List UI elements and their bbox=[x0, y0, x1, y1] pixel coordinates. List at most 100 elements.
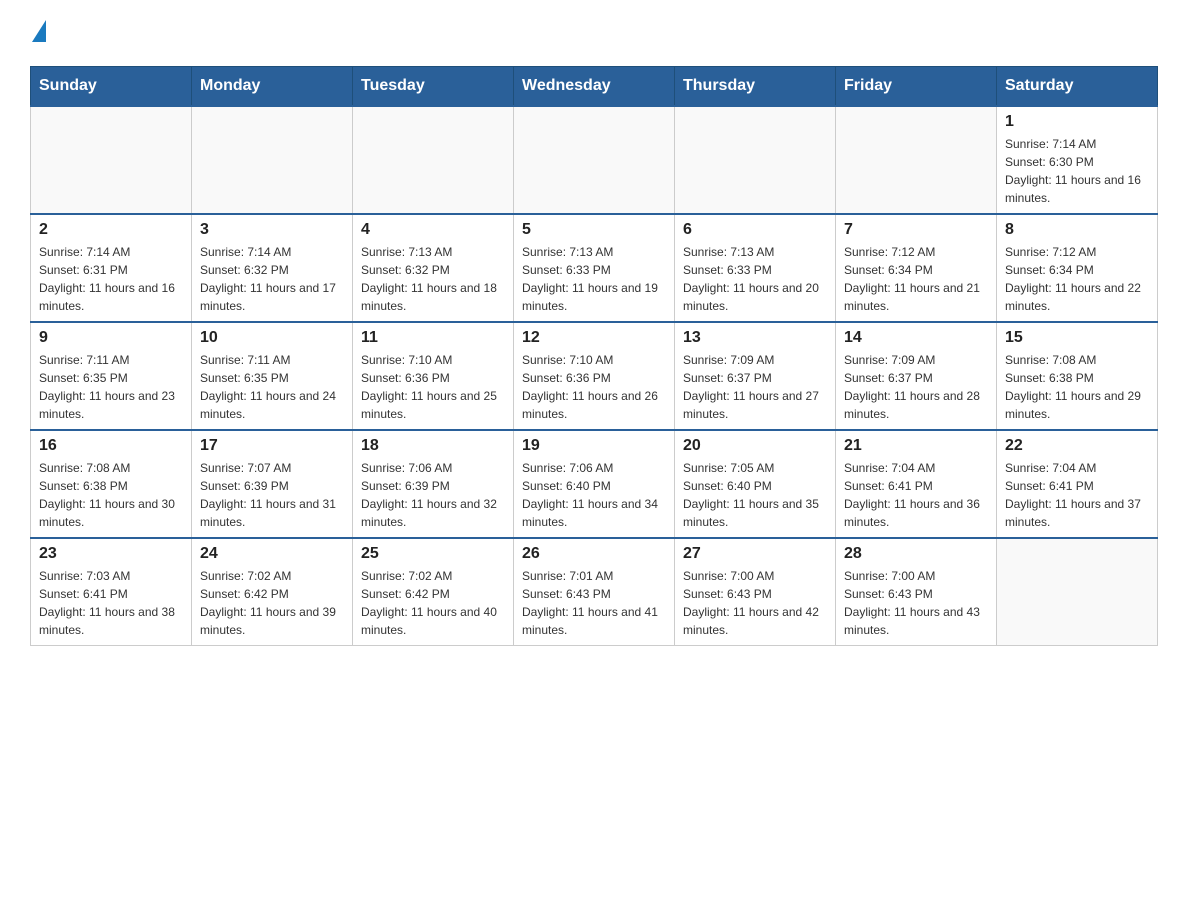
day-info: Sunrise: 7:00 AM Sunset: 6:43 PM Dayligh… bbox=[844, 567, 988, 639]
calendar-cell: 22 Sunrise: 7:04 AM Sunset: 6:41 PM Dayli… bbox=[997, 430, 1158, 538]
day-header-saturday: Saturday bbox=[997, 67, 1158, 107]
day-number: 6 bbox=[683, 221, 827, 239]
day-number: 15 bbox=[1005, 329, 1149, 347]
page-header bbox=[30, 20, 1158, 48]
day-number: 24 bbox=[200, 545, 344, 563]
calendar-cell: 7 Sunrise: 7:12 AM Sunset: 6:34 PM Daylig… bbox=[836, 214, 997, 322]
week-row-3: 9 Sunrise: 7:11 AM Sunset: 6:35 PM Daylig… bbox=[31, 322, 1158, 430]
day-info: Sunrise: 7:06 AM Sunset: 6:40 PM Dayligh… bbox=[522, 459, 666, 531]
day-info: Sunrise: 7:10 AM Sunset: 6:36 PM Dayligh… bbox=[361, 351, 505, 423]
calendar-cell: 14Sunrise: 7:09 AM Sunset: 6:37 PM Dayli… bbox=[836, 322, 997, 430]
day-info: Sunrise: 7:08 AM Sunset: 6:38 PM Dayligh… bbox=[39, 459, 183, 531]
day-info: Sunrise: 7:00 AM Sunset: 6:43 PM Dayligh… bbox=[683, 567, 827, 639]
day-info: Sunrise: 7:02 AM Sunset: 6:42 PM Dayligh… bbox=[200, 567, 344, 639]
calendar-cell: 17Sunrise: 7:07 AM Sunset: 6:39 PM Dayli… bbox=[192, 430, 353, 538]
day-info: Sunrise: 7:04 AM Sunset: 6:41 PM Dayligh… bbox=[1005, 459, 1149, 531]
day-number: 23 bbox=[39, 545, 183, 563]
calendar-cell: 4 Sunrise: 7:13 AM Sunset: 6:32 PM Daylig… bbox=[353, 214, 514, 322]
day-number: 18 bbox=[361, 437, 505, 455]
calendar-cell: 20 Sunrise: 7:05 AM Sunset: 6:40 PM Dayli… bbox=[675, 430, 836, 538]
day-info: Sunrise: 7:04 AM Sunset: 6:41 PM Dayligh… bbox=[844, 459, 988, 531]
calendar-cell: 9Sunrise: 7:11 AM Sunset: 6:35 PM Daylig… bbox=[31, 322, 192, 430]
day-info: Sunrise: 7:14 AM Sunset: 6:30 PM Dayligh… bbox=[1005, 135, 1149, 207]
calendar-cell: 12 Sunrise: 7:10 AM Sunset: 6:36 PM Dayli… bbox=[514, 322, 675, 430]
day-number: 13 bbox=[683, 329, 827, 347]
day-number: 28 bbox=[844, 545, 988, 563]
day-info: Sunrise: 7:02 AM Sunset: 6:42 PM Dayligh… bbox=[361, 567, 505, 639]
day-number: 7 bbox=[844, 221, 988, 239]
logo-triangle-icon bbox=[32, 20, 46, 42]
day-header-monday: Monday bbox=[192, 67, 353, 107]
calendar-cell: 18 Sunrise: 7:06 AM Sunset: 6:39 PM Dayli… bbox=[353, 430, 514, 538]
day-info: Sunrise: 7:12 AM Sunset: 6:34 PM Dayligh… bbox=[1005, 243, 1149, 315]
calendar-cell bbox=[997, 538, 1158, 646]
day-info: Sunrise: 7:06 AM Sunset: 6:39 PM Dayligh… bbox=[361, 459, 505, 531]
day-number: 3 bbox=[200, 221, 344, 239]
day-number: 5 bbox=[522, 221, 666, 239]
calendar-table: SundayMondayTuesdayWednesdayThursdayFrid… bbox=[30, 66, 1158, 646]
day-info: Sunrise: 7:14 AM Sunset: 6:32 PM Dayligh… bbox=[200, 243, 344, 315]
day-number: 9 bbox=[39, 329, 183, 347]
day-header-wednesday: Wednesday bbox=[514, 67, 675, 107]
day-header-friday: Friday bbox=[836, 67, 997, 107]
day-number: 22 bbox=[1005, 437, 1149, 455]
calendar-cell: 13 Sunrise: 7:09 AM Sunset: 6:37 PM Dayli… bbox=[675, 322, 836, 430]
week-row-2: 2 Sunrise: 7:14 AM Sunset: 6:31 PM Daylig… bbox=[31, 214, 1158, 322]
calendar-cell: 1 Sunrise: 7:14 AM Sunset: 6:30 PM Daylig… bbox=[997, 106, 1158, 214]
day-number: 4 bbox=[361, 221, 505, 239]
day-info: Sunrise: 7:13 AM Sunset: 6:32 PM Dayligh… bbox=[361, 243, 505, 315]
day-info: Sunrise: 7:11 AM Sunset: 6:35 PM Dayligh… bbox=[200, 351, 344, 423]
day-number: 26 bbox=[522, 545, 666, 563]
calendar-cell: 15 Sunrise: 7:08 AM Sunset: 6:38 PM Dayli… bbox=[997, 322, 1158, 430]
day-info: Sunrise: 7:05 AM Sunset: 6:40 PM Dayligh… bbox=[683, 459, 827, 531]
calendar-cell: 27 Sunrise: 7:00 AM Sunset: 6:43 PM Dayli… bbox=[675, 538, 836, 646]
day-info: Sunrise: 7:08 AM Sunset: 6:38 PM Dayligh… bbox=[1005, 351, 1149, 423]
calendar-cell bbox=[353, 106, 514, 214]
day-number: 10 bbox=[200, 329, 344, 347]
day-number: 19 bbox=[522, 437, 666, 455]
calendar-cell: 3 Sunrise: 7:14 AM Sunset: 6:32 PM Daylig… bbox=[192, 214, 353, 322]
calendar-cell: 5 Sunrise: 7:13 AM Sunset: 6:33 PM Daylig… bbox=[514, 214, 675, 322]
calendar-cell: 11 Sunrise: 7:10 AM Sunset: 6:36 PM Dayli… bbox=[353, 322, 514, 430]
day-info: Sunrise: 7:12 AM Sunset: 6:34 PM Dayligh… bbox=[844, 243, 988, 315]
day-number: 14 bbox=[844, 329, 988, 347]
day-number: 12 bbox=[522, 329, 666, 347]
day-number: 11 bbox=[361, 329, 505, 347]
day-header-tuesday: Tuesday bbox=[353, 67, 514, 107]
week-row-5: 23 Sunrise: 7:03 AM Sunset: 6:41 PM Dayli… bbox=[31, 538, 1158, 646]
week-row-1: 1 Sunrise: 7:14 AM Sunset: 6:30 PM Daylig… bbox=[31, 106, 1158, 214]
day-info: Sunrise: 7:03 AM Sunset: 6:41 PM Dayligh… bbox=[39, 567, 183, 639]
day-headers-row: SundayMondayTuesdayWednesdayThursdayFrid… bbox=[31, 67, 1158, 107]
day-info: Sunrise: 7:10 AM Sunset: 6:36 PM Dayligh… bbox=[522, 351, 666, 423]
day-number: 16 bbox=[39, 437, 183, 455]
calendar-cell: 6Sunrise: 7:13 AM Sunset: 6:33 PM Daylig… bbox=[675, 214, 836, 322]
calendar-cell bbox=[675, 106, 836, 214]
calendar-cell bbox=[514, 106, 675, 214]
calendar-cell: 16 Sunrise: 7:08 AM Sunset: 6:38 PM Dayli… bbox=[31, 430, 192, 538]
week-row-4: 16 Sunrise: 7:08 AM Sunset: 6:38 PM Dayli… bbox=[31, 430, 1158, 538]
calendar-cell: 10 Sunrise: 7:11 AM Sunset: 6:35 PM Dayli… bbox=[192, 322, 353, 430]
day-info: Sunrise: 7:13 AM Sunset: 6:33 PM Dayligh… bbox=[522, 243, 666, 315]
day-number: 2 bbox=[39, 221, 183, 239]
day-number: 1 bbox=[1005, 113, 1149, 131]
day-info: Sunrise: 7:09 AM Sunset: 6:37 PM Dayligh… bbox=[683, 351, 827, 423]
day-number: 8 bbox=[1005, 221, 1149, 239]
day-info: Sunrise: 7:14 AM Sunset: 6:31 PM Dayligh… bbox=[39, 243, 183, 315]
calendar-cell: 8 Sunrise: 7:12 AM Sunset: 6:34 PM Daylig… bbox=[997, 214, 1158, 322]
calendar-cell: 23 Sunrise: 7:03 AM Sunset: 6:41 PM Dayli… bbox=[31, 538, 192, 646]
calendar-cell: 19 Sunrise: 7:06 AM Sunset: 6:40 PM Dayli… bbox=[514, 430, 675, 538]
calendar-cell: 2 Sunrise: 7:14 AM Sunset: 6:31 PM Daylig… bbox=[31, 214, 192, 322]
logo bbox=[30, 20, 46, 48]
calendar-cell: 26 Sunrise: 7:01 AM Sunset: 6:43 PM Dayli… bbox=[514, 538, 675, 646]
day-number: 27 bbox=[683, 545, 827, 563]
calendar-cell: 28 Sunrise: 7:00 AM Sunset: 6:43 PM Dayli… bbox=[836, 538, 997, 646]
calendar-cell: 24 Sunrise: 7:02 AM Sunset: 6:42 PM Dayli… bbox=[192, 538, 353, 646]
day-info: Sunrise: 7:01 AM Sunset: 6:43 PM Dayligh… bbox=[522, 567, 666, 639]
calendar-cell: 25Sunrise: 7:02 AM Sunset: 6:42 PM Dayli… bbox=[353, 538, 514, 646]
day-number: 20 bbox=[683, 437, 827, 455]
calendar-cell bbox=[192, 106, 353, 214]
day-header-sunday: Sunday bbox=[31, 67, 192, 107]
day-number: 21 bbox=[844, 437, 988, 455]
day-info: Sunrise: 7:07 AM Sunset: 6:39 PM Dayligh… bbox=[200, 459, 344, 531]
day-header-thursday: Thursday bbox=[675, 67, 836, 107]
